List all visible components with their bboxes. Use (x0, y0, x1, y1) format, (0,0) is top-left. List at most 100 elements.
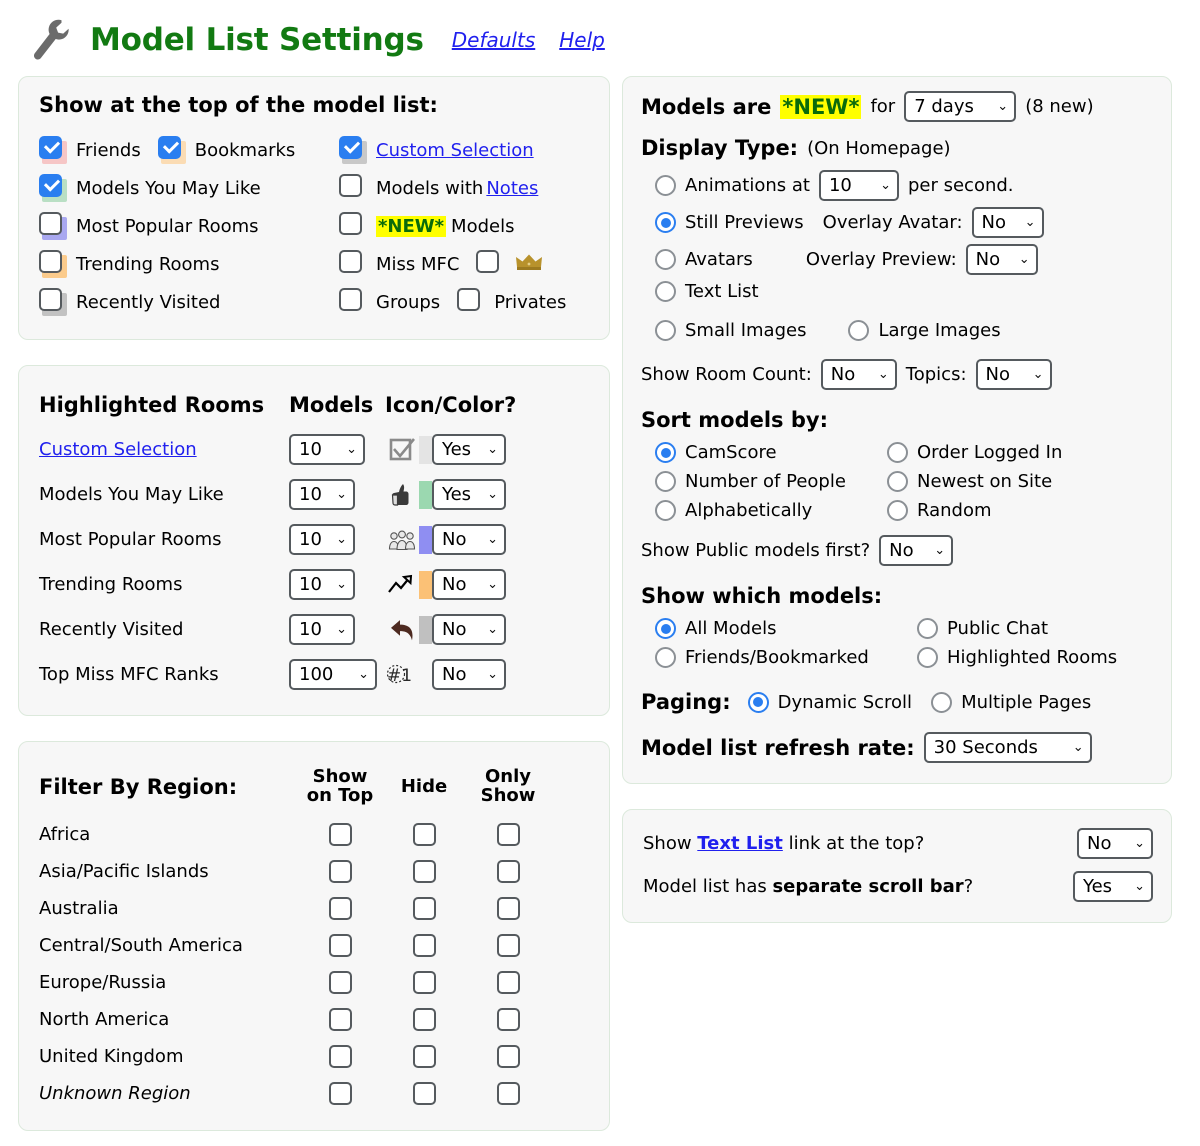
animation-rate-select[interactable]: 10 ⌄ (818, 170, 899, 201)
color-enabled-select[interactable]: No ⌄ (432, 659, 506, 690)
checkbox-hide-asia-pacific-islands[interactable] (412, 860, 436, 883)
radio-alphabetically[interactable] (655, 500, 676, 521)
checkbox-hide-north-america[interactable] (412, 1008, 436, 1031)
checkbox-box[interactable] (339, 174, 362, 197)
checkbox-only-show-europe-russia[interactable] (496, 971, 520, 994)
color-enabled-select[interactable]: No ⌄ (432, 614, 506, 645)
models-count-select[interactable]: 10 ⌄ (289, 614, 355, 645)
public-first-select[interactable]: No ⌄ (879, 535, 954, 566)
checkbox-miss-mfc[interactable] (339, 250, 367, 278)
checkbox-bookmarks[interactable] (157, 136, 186, 164)
radio-number-of-people[interactable] (655, 471, 676, 492)
checkbox-box[interactable] (39, 136, 62, 159)
checkbox-box[interactable] (39, 288, 62, 311)
checkbox-models-with-notes[interactable] (339, 174, 367, 202)
radio-friends-bookmarked[interactable] (655, 647, 676, 668)
radio-small-images[interactable] (655, 320, 676, 341)
checkbox-groups[interactable] (339, 288, 367, 316)
radio-multiple-pages[interactable] (931, 691, 953, 713)
radio-avatars[interactable] (655, 249, 676, 270)
models-count-select[interactable]: 10 ⌄ (289, 524, 355, 555)
checkbox-models-you-may-like[interactable] (39, 174, 67, 202)
text-list-link[interactable]: Text List (697, 833, 783, 854)
models-count-select[interactable]: 100 ⌄ (289, 659, 377, 690)
help-link[interactable]: Help (559, 28, 605, 52)
checkbox-box[interactable] (39, 212, 62, 235)
checkbox-box[interactable] (339, 136, 362, 159)
label-all-models: All Models (685, 618, 777, 639)
checkbox-box[interactable] (39, 174, 62, 197)
checkbox-only-show-africa[interactable] (496, 823, 520, 846)
checkbox-show-on-top-central-south-america[interactable] (328, 934, 352, 957)
refresh-rate-select[interactable]: 30 Seconds ⌄ (923, 732, 1092, 763)
checkbox-only-show-united-kingdom[interactable] (496, 1045, 520, 1068)
checkbox-box[interactable] (476, 250, 500, 273)
chevron-down-icon: ⌄ (346, 442, 357, 457)
checkbox-show-on-top-europe-russia[interactable] (328, 971, 352, 994)
checkbox-hide-africa[interactable] (412, 823, 436, 846)
checkbox-friends[interactable] (39, 136, 67, 164)
checkbox-show-on-top-australia[interactable] (328, 897, 352, 920)
checkbox-only-show-north-america[interactable] (496, 1008, 520, 1031)
checkbox-show-on-top-asia-pacific-islands[interactable] (328, 860, 352, 883)
radio-public-chat[interactable] (917, 618, 938, 639)
radio-dynamic-scroll[interactable] (747, 691, 769, 713)
radio-animations[interactable] (655, 175, 676, 196)
checkbox-show-on-top-united-kingdom[interactable] (328, 1045, 352, 1068)
checkbox-most-popular-rooms[interactable] (39, 212, 67, 240)
radio-still-previews[interactable] (655, 212, 676, 233)
color-enabled-select[interactable]: Yes ⌄ (432, 479, 506, 510)
new-duration-select[interactable]: 7 days ⌄ (904, 91, 1017, 122)
table-row-name-custom-selection[interactable]: Custom Selection (39, 427, 289, 472)
defaults-link[interactable]: Defaults (452, 28, 536, 52)
overlay-avatar-select[interactable]: No ⌄ (971, 207, 1044, 238)
checkbox-show-on-top-africa[interactable] (328, 823, 352, 846)
checkbox-show-on-top-unknown-region[interactable] (328, 1082, 352, 1105)
checkbox-miss-mfc-crown[interactable] (476, 250, 504, 278)
checkbox-box[interactable] (39, 250, 62, 273)
color-enabled-select[interactable]: Yes ⌄ (432, 434, 506, 465)
checkbox-show-on-top-north-america[interactable] (328, 1008, 352, 1031)
checkbox-hide-central-south-america[interactable] (412, 934, 436, 957)
checkbox-box[interactable] (339, 250, 362, 273)
radio-order-logged-in[interactable] (887, 442, 908, 463)
scroll-bar-select[interactable]: Yes ⌄ (1073, 871, 1153, 902)
checkbox-only-show-unknown-region[interactable] (496, 1082, 520, 1105)
checkbox-trending-rooms[interactable] (39, 250, 67, 278)
chevron-down-icon: ⌄ (934, 543, 946, 558)
checkbox-only-show-australia[interactable] (496, 897, 520, 920)
checkbox-hide-europe-russia[interactable] (412, 971, 436, 994)
checkbox-box[interactable] (339, 288, 362, 311)
checkbox-new-models[interactable] (339, 212, 367, 240)
checkbox-privates[interactable] (457, 288, 485, 316)
radio-camscore[interactable] (655, 442, 676, 463)
radio-all-models[interactable] (655, 618, 676, 639)
models-count-select[interactable]: 10 ⌄ (289, 479, 355, 510)
radio-large-images[interactable] (848, 320, 870, 341)
checkbox-only-show-asia-pacific-islands[interactable] (496, 860, 520, 883)
checkbox-hide-australia[interactable] (412, 897, 436, 920)
room-count-select[interactable]: No ⌄ (820, 359, 897, 390)
checkbox-only-show-central-south-america[interactable] (496, 934, 520, 957)
radio-highlighted-rooms[interactable] (917, 647, 938, 668)
checkbox-custom-selection[interactable] (339, 136, 367, 164)
notes-link[interactable]: Notes (486, 178, 538, 199)
text-list-select[interactable]: No ⌄ (1077, 828, 1153, 859)
color-enabled-select[interactable]: No ⌄ (432, 569, 506, 600)
checkbox-box[interactable] (457, 288, 481, 311)
models-count-select[interactable]: 10 ⌄ (289, 434, 365, 465)
radio-text-list[interactable] (655, 281, 676, 302)
overlay-preview-select[interactable]: No ⌄ (965, 244, 1038, 275)
checkbox-box[interactable] (339, 212, 362, 235)
checkbox-box[interactable] (157, 136, 181, 159)
checkbox-hide-united-kingdom[interactable] (412, 1045, 436, 1068)
custom-selection-link[interactable]: Custom Selection (376, 140, 534, 161)
color-enabled-select[interactable]: No ⌄ (432, 524, 506, 555)
topics-select[interactable]: No ⌄ (975, 359, 1052, 390)
checkbox-recently-visited[interactable] (39, 288, 67, 316)
checkbox-hide-unknown-region[interactable] (412, 1082, 436, 1105)
svg-text:#1: #1 (387, 666, 412, 686)
models-count-select[interactable]: 10 ⌄ (289, 569, 355, 600)
radio-newest-on-site[interactable] (887, 471, 908, 492)
radio-random[interactable] (887, 500, 908, 521)
